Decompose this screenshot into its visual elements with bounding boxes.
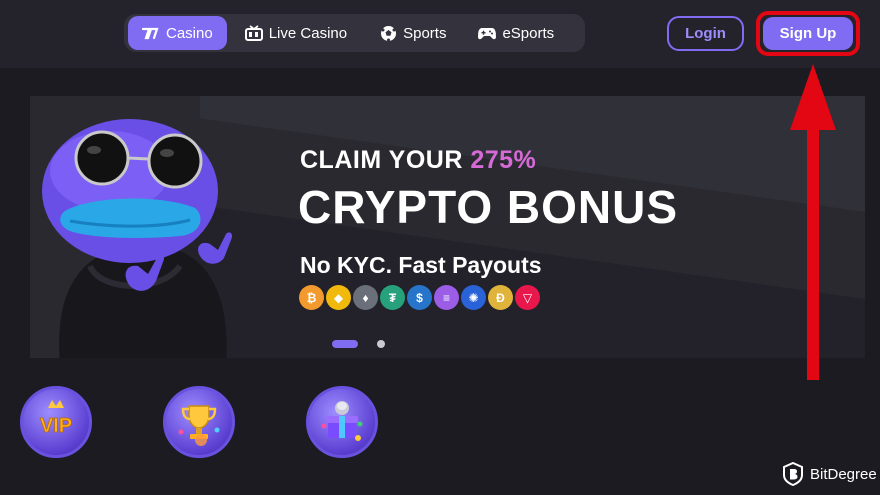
soccer-ball-icon: [379, 24, 397, 42]
tab-live-casino[interactable]: Live Casino: [231, 16, 361, 50]
tether-icon: ₮: [380, 285, 405, 310]
tab-esports-label: eSports: [502, 24, 555, 42]
main-nav-tabs: Casino Live Casino Sports eSports: [124, 14, 585, 52]
pepe-mascot-illustration: [42, 119, 233, 358]
vip-category-button[interactable]: VIP: [20, 386, 92, 458]
banner-headline: CLAIM YOUR 275%: [300, 146, 536, 175]
tron-icon: ▽: [515, 285, 540, 310]
casino-icon: [142, 24, 160, 42]
banner-subtitle: No KYC. Fast Payouts: [300, 252, 542, 278]
usd-coin-icon: $: [407, 285, 432, 310]
crypto-coins-row: ₿ ◆ ♦ ₮ $ ≡ ✺ Ð ▽: [299, 285, 540, 310]
ethereum-icon: ♦: [353, 285, 378, 310]
tab-casino-label: Casino: [166, 24, 213, 42]
rewards-category-button[interactable]: [306, 386, 378, 458]
tab-esports[interactable]: eSports: [464, 16, 568, 50]
cardano-icon: ✺: [461, 285, 486, 310]
trophy-icon: [178, 405, 220, 446]
top-navigation-bar: Casino Live Casino Sports eSports Login …: [0, 0, 880, 68]
carousel-dot-active[interactable]: [332, 340, 358, 348]
live-casino-icon: [244, 24, 263, 42]
signup-button[interactable]: Sign Up: [763, 17, 853, 50]
red-arrow-annotation: [790, 64, 836, 380]
banner-headline-prefix: CLAIM YOUR: [300, 146, 471, 174]
vip-crown-icon: VIP: [39, 400, 73, 437]
bitdegree-watermark: BitDegree: [782, 462, 877, 486]
tab-casino[interactable]: Casino: [128, 16, 227, 50]
bitcoin-icon: ₿: [299, 285, 324, 310]
tab-live-casino-label: Live Casino: [268, 24, 348, 42]
bitdegree-logo-icon: [783, 462, 803, 486]
dogecoin-icon: Ð: [488, 285, 513, 310]
solana-icon: ≡: [434, 285, 459, 310]
carousel-pagination: [332, 340, 385, 348]
login-button[interactable]: Login: [667, 16, 744, 51]
promo-banner[interactable]: CLAIM YOUR 275% CRYPTO BONUS No KYC. Fas…: [30, 96, 865, 358]
tournaments-category-button[interactable]: [163, 386, 235, 458]
watermark-label: BitDegree: [810, 465, 877, 483]
carousel-dot[interactable]: [377, 340, 385, 348]
bnb-icon: ◆: [326, 285, 351, 310]
tab-sports[interactable]: Sports: [365, 16, 460, 50]
gift-box-icon: [321, 401, 363, 441]
banner-title: CRYPTO BONUS: [298, 181, 679, 233]
vip-label: VIP: [40, 415, 72, 437]
gamepad-icon: [478, 24, 497, 42]
tab-sports-label: Sports: [403, 24, 447, 42]
bonus-percentage: 275%: [470, 146, 537, 174]
